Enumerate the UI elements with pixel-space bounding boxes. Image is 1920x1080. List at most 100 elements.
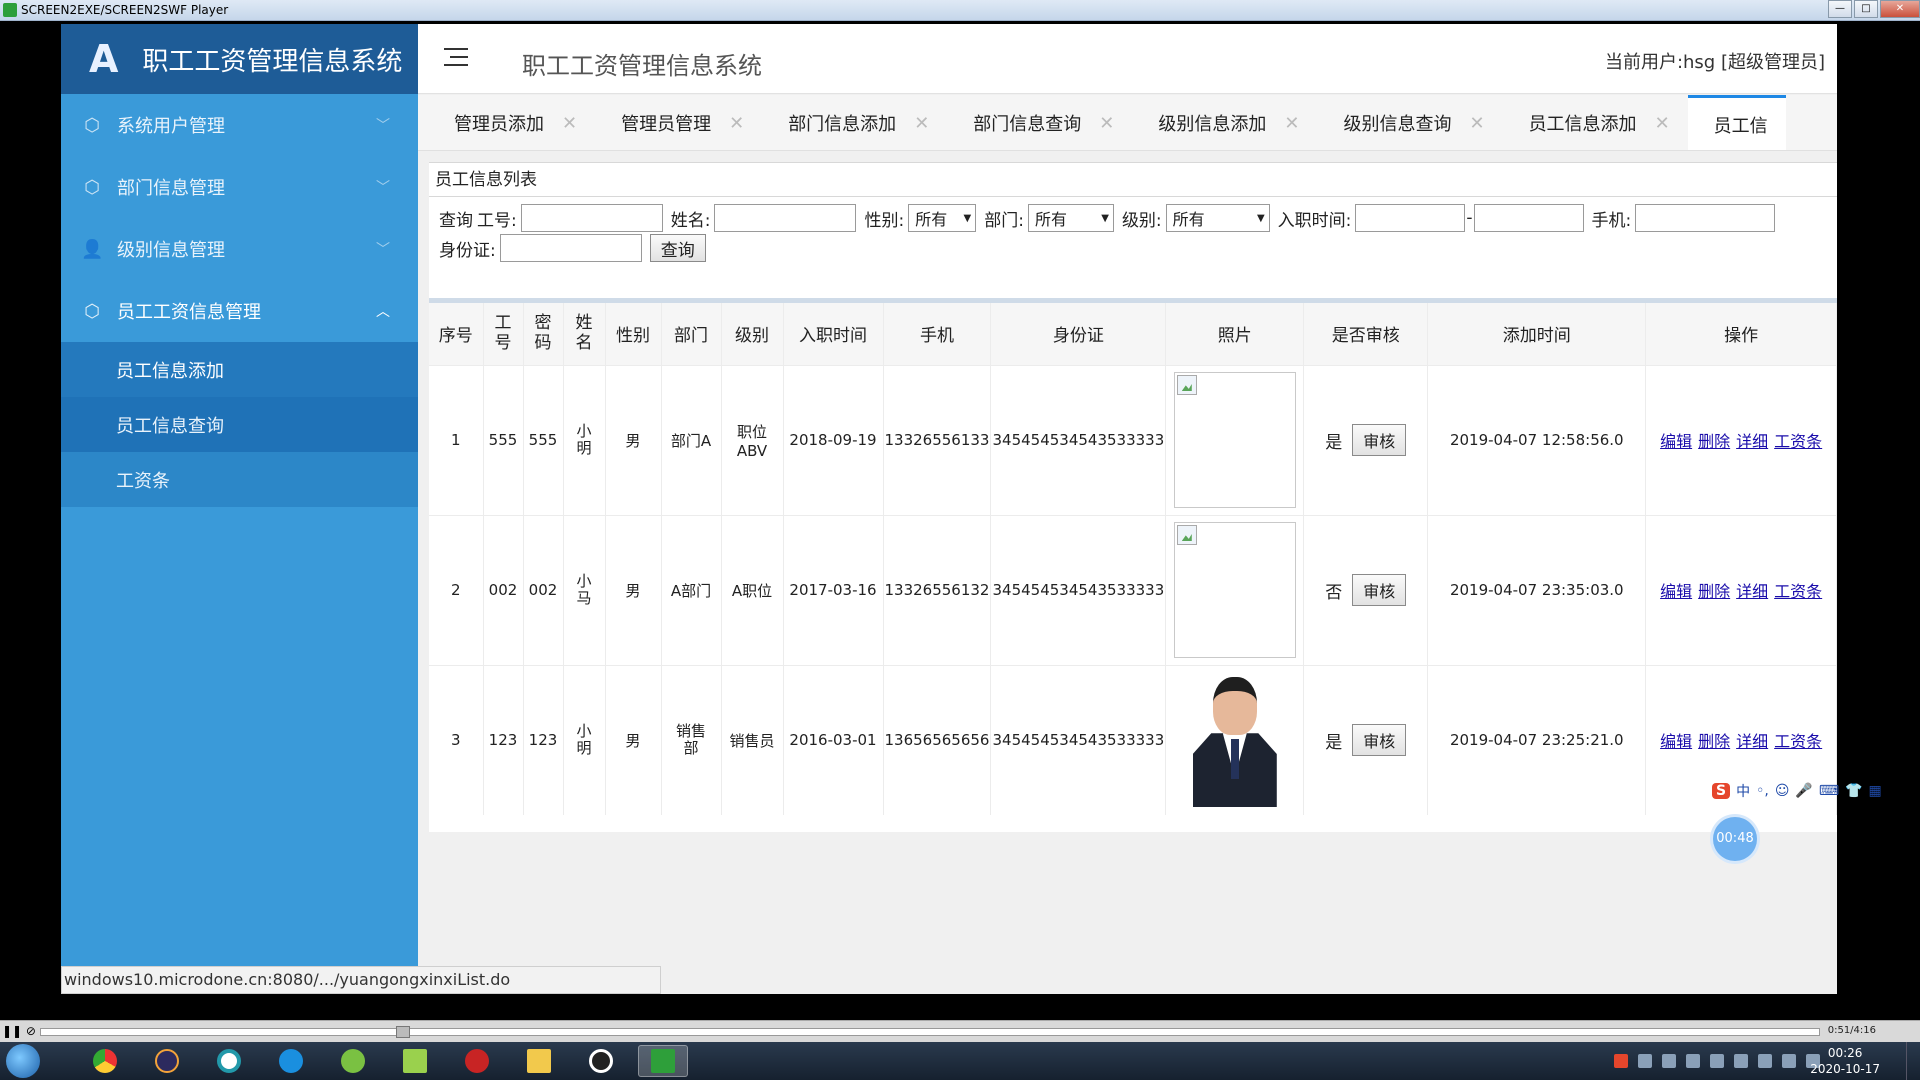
close-icon[interactable]: ✕ <box>729 113 744 134</box>
tray-icon[interactable] <box>1662 1054 1676 1068</box>
show-desktop-button[interactable] <box>1906 1042 1920 1080</box>
tab-admin-add[interactable]: 管理员添加 ✕ <box>428 95 595 150</box>
close-button[interactable]: ✕ <box>1880 0 1920 18</box>
maximize-button[interactable]: □ <box>1854 0 1878 18</box>
hire-date-start-input[interactable] <box>1355 204 1466 232</box>
detail-link[interactable]: 详细 <box>1736 432 1768 451</box>
emoji-icon[interactable]: ☺ <box>1775 783 1790 799</box>
taskbar-clock[interactable]: 00:26 2020-10-17 <box>1810 1045 1880 1077</box>
detail-link[interactable]: 详细 <box>1736 732 1768 751</box>
tray-icon[interactable] <box>1758 1054 1772 1068</box>
payslip-link[interactable]: 工资条 <box>1774 732 1822 751</box>
close-icon[interactable]: ✕ <box>1099 113 1114 134</box>
cell-name: 小明 <box>563 664 606 815</box>
tab-label: 管理员管理 <box>621 114 712 135</box>
taskbar-flash-icon[interactable] <box>452 1045 502 1077</box>
close-icon[interactable]: ✕ <box>1284 113 1299 134</box>
recording-timer-badge[interactable]: 00:48 <box>1713 817 1757 861</box>
sidebar-item-employee-salary[interactable]: ⬡ 员工工资信息管理 ︿ <box>61 280 418 342</box>
taskbar-app-icon[interactable] <box>204 1045 254 1077</box>
sidebar-subitem-employee-add[interactable]: 员工信息添加 <box>61 342 418 397</box>
payslip-link[interactable]: 工资条 <box>1774 432 1822 451</box>
job-no-input[interactable] <box>520 204 663 232</box>
edit-link[interactable]: 编辑 <box>1660 432 1692 451</box>
query-button[interactable]: 查询 <box>649 234 706 262</box>
employee-list-panel: 员工信息列表 查询 工号: 姓名: 性别: 所有 ▼ 部门: 所有 ▼ 级别: 所有… <box>429 162 1837 832</box>
phone-input[interactable] <box>1635 204 1776 232</box>
edit-link[interactable]: 编辑 <box>1660 582 1692 601</box>
skin-icon[interactable]: 👕 <box>1845 783 1862 799</box>
close-icon[interactable]: ✕ <box>1469 113 1484 134</box>
dept-select[interactable]: 所有 ▼ <box>1027 204 1114 232</box>
player-progress-thumb[interactable] <box>396 1026 410 1038</box>
tab-employee-query[interactable]: 员工信 <box>1687 95 1786 150</box>
sidebar-item-department[interactable]: ⬡ 部门信息管理 ﹀ <box>61 156 418 218</box>
sidebar-subitem-employee-query[interactable]: 员工信息查询 <box>61 397 418 452</box>
cell-id-card: 345454534543533333 <box>990 514 1167 665</box>
taskbar-qq-icon[interactable] <box>576 1045 626 1077</box>
player-progress-track[interactable] <box>40 1026 1820 1038</box>
sogou-ime-icon: S <box>1712 783 1731 799</box>
sidebar-item-level[interactable]: 👤 级别信息管理 ﹀ <box>61 218 418 280</box>
taskbar-eclipse-icon[interactable] <box>142 1045 192 1077</box>
photo-frame <box>1173 522 1296 658</box>
minimize-button[interactable]: — <box>1828 0 1852 18</box>
grid-icon[interactable]: ▦ <box>1869 783 1882 799</box>
edit-link[interactable]: 编辑 <box>1660 732 1692 751</box>
tray-icon[interactable] <box>1734 1054 1748 1068</box>
taskbar-browser-icon[interactable] <box>266 1045 316 1077</box>
main-header: 职工工资管理信息系统 当前用户:hsg [超级管理员] <box>418 24 1837 94</box>
tab-dept-add[interactable]: 部门信息添加 ✕ <box>762 95 947 150</box>
taskbar-ball-icon[interactable] <box>328 1045 378 1077</box>
tab-level-add[interactable]: 级别信息添加 ✕ <box>1132 95 1317 150</box>
close-icon[interactable]: ✕ <box>1655 113 1670 134</box>
pause-icon[interactable]: ❚❚ ⊘ <box>2 1024 36 1038</box>
close-icon[interactable]: ✕ <box>914 113 929 134</box>
punctuation-icon[interactable]: ◦, <box>1756 783 1769 799</box>
chevron-down-icon: ﹀ <box>376 180 390 196</box>
delete-link[interactable]: 删除 <box>1698 732 1730 751</box>
cell-gender: 男 <box>605 664 662 815</box>
sidebar-submenu: 员工信息添加 员工信息查询 工资条 <box>61 342 418 507</box>
audit-button[interactable]: 审核 <box>1352 724 1407 757</box>
payslip-link[interactable]: 工资条 <box>1774 582 1822 601</box>
ime-toolbar[interactable]: S 中 ◦, ☺ 🎤 ⌨ 👕 ▦ <box>1712 778 1920 804</box>
sidebar-subitem-payslip[interactable]: 工资条 <box>61 452 418 507</box>
taskbar-player-icon[interactable] <box>638 1045 688 1077</box>
tab-label: 部门信息查询 <box>973 114 1082 135</box>
level-select[interactable]: 所有 ▼ <box>1165 204 1270 232</box>
audit-button[interactable]: 审核 <box>1352 574 1407 606</box>
delete-link[interactable]: 删除 <box>1698 582 1730 601</box>
tray-icon[interactable] <box>1614 1054 1628 1068</box>
tab-admin-manage[interactable]: 管理员管理 ✕ <box>595 95 762 150</box>
audit-button[interactable]: 审核 <box>1352 424 1407 456</box>
chevron-down-icon: ﹀ <box>376 242 390 258</box>
tab-employee-add[interactable]: 员工信息添加 ✕ <box>1503 95 1688 150</box>
volume-icon[interactable] <box>1782 1054 1796 1068</box>
taskbar-chart-icon[interactable] <box>390 1045 440 1077</box>
start-button[interactable] <box>6 1044 40 1078</box>
delete-link[interactable]: 删除 <box>1698 432 1730 451</box>
close-icon[interactable]: ✕ <box>562 113 577 134</box>
microphone-icon[interactable]: 🎤 <box>1795 783 1812 799</box>
hire-date-end-input[interactable] <box>1473 204 1584 232</box>
column-header: 是否审核 <box>1303 303 1429 365</box>
tab-dept-query[interactable]: 部门信息查询 ✕ <box>947 95 1132 150</box>
name-input[interactable] <box>714 204 857 232</box>
taskbar-chrome-icon[interactable] <box>80 1045 130 1077</box>
sidebar-item-system-users[interactable]: ⬡ 系统用户管理 ﹀ <box>61 94 418 156</box>
broken-image-icon <box>1176 375 1197 395</box>
detail-link[interactable]: 详细 <box>1736 582 1768 601</box>
tray-icon[interactable] <box>1638 1054 1652 1068</box>
sidebar-item-label: 系统用户管理 <box>117 116 225 137</box>
tray-icon[interactable] <box>1686 1054 1700 1068</box>
menu-toggle-icon[interactable] <box>444 48 468 68</box>
id-card-input[interactable] <box>499 234 642 262</box>
keyboard-icon[interactable]: ⌨ <box>1819 783 1839 799</box>
ime-mode[interactable]: 中 <box>1736 781 1750 801</box>
tab-level-query[interactable]: 级别信息查询 ✕ <box>1317 95 1502 150</box>
gender-select[interactable]: 所有 ▼ <box>908 204 977 232</box>
taskbar-explorer-icon[interactable] <box>514 1045 564 1077</box>
tray-icon[interactable] <box>1710 1054 1724 1068</box>
status-url: windows10.microdone.cn:8080/.../yuangong… <box>61 966 661 994</box>
